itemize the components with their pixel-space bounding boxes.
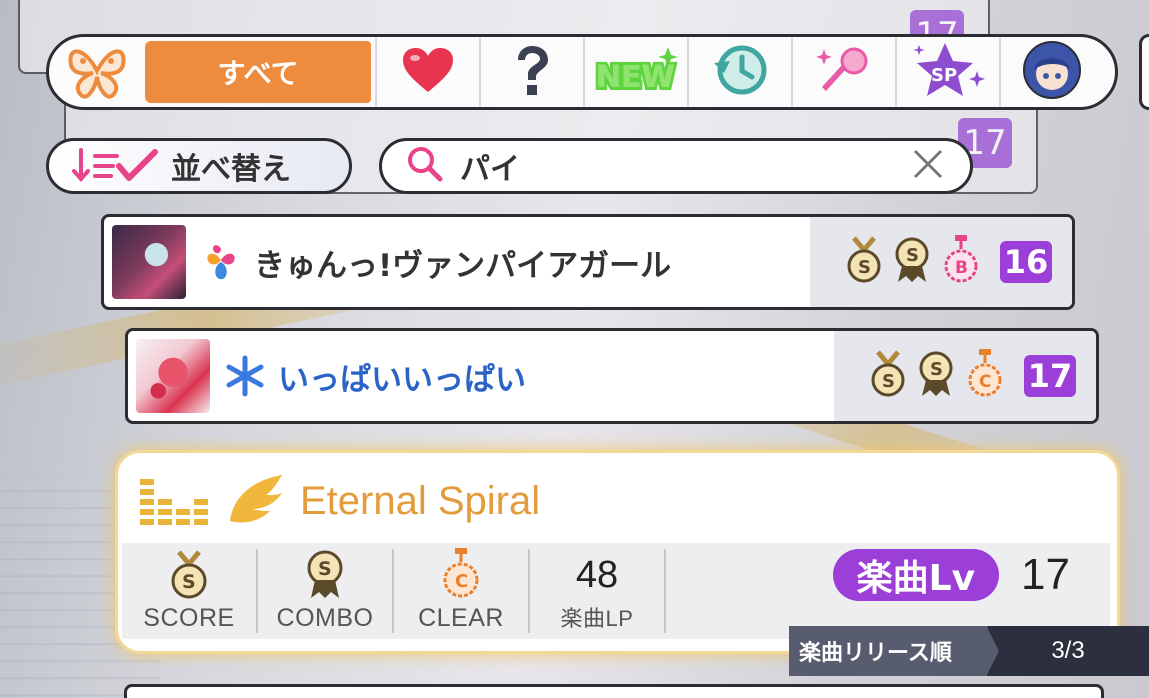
score-medal-s-icon: S [868,350,910,402]
character-avatar-icon [1022,40,1082,104]
filter-tab-character[interactable] [999,37,1103,107]
svg-text:S: S [906,245,919,266]
smile-heart-icon [200,241,242,283]
question-icon [512,44,552,100]
svg-text:SP: SP [931,65,957,86]
svg-text:NEW: NEW [596,60,675,95]
sp-star-icon: SP [911,41,985,103]
filter-tab-unknown[interactable] [479,37,583,107]
svg-text:S: S [858,257,871,278]
sort-icon [71,148,163,184]
level-badge: 16 [1000,241,1052,283]
release-order-count: 3/3 [987,626,1149,676]
song-stats: S SCORE S COMBO C CLEAR 48 楽曲LP 楽曲Lv 17 [122,543,1110,639]
song-list-item[interactable]: いっぱいいっぱい S S C 17 [125,328,1099,424]
clear-medal-c-icon: C [439,548,483,604]
song-jacket [136,339,210,413]
song-list-item[interactable]: きゅんっ!ヴァンパイアガール S S B 16 [101,214,1075,310]
level-badge: 17 [1024,355,1076,397]
clear-label: CLEAR [418,604,504,632]
clear-stat: C CLEAR [394,548,530,633]
combo-medal-s-icon: S [916,350,958,402]
medal-area: S S C 17 [834,331,1096,421]
search-icon [406,145,444,187]
butterfly-icon [49,37,145,107]
selected-song-card[interactable]: Eternal Spiral S SCORE S COMBO C CLEAR 4… [118,453,1117,651]
release-order-tag: 楽曲リリース順 3/3 [789,626,1149,676]
sort-label: 並べ替え [171,152,291,187]
lp-stat: 48 楽曲LP [530,549,666,633]
microphone-icon [814,43,874,101]
song-level-value: 17 [1021,550,1070,599]
lp-value: 48 [575,554,619,596]
score-medal-s-icon: S [167,550,211,604]
song-level-label: 楽曲Lv [832,549,1000,601]
svg-text:C: C [455,571,468,592]
search-input[interactable]: パイ [460,144,912,188]
filter-tab-sp[interactable]: SP [895,37,999,107]
score-stat: S SCORE [122,549,258,633]
svg-text:S: S [318,558,332,580]
combo-medal-s-icon: S [303,550,347,604]
clear-medal-c-icon: C [964,349,1006,403]
svg-text:B: B [955,258,968,278]
filter-tab-history[interactable] [687,37,791,107]
selected-song-title: Eternal Spiral [300,478,541,523]
svg-text:S: S [182,571,196,593]
lp-label: 楽曲LP [560,606,634,631]
score-medal-s-icon: S [844,236,886,288]
history-icon [712,43,768,101]
sort-button[interactable]: 並べ替え [46,138,352,194]
song-title: いっぱいいっぱい [278,361,526,398]
clear-search-icon[interactable] [912,148,944,184]
search-field[interactable]: パイ [379,138,973,194]
equalizer-icon [138,471,210,531]
song-level: 楽曲Lv 17 [832,549,1070,601]
medal-area: S S B 16 [810,217,1072,307]
song-list-item[interactable] [124,684,1104,698]
filter-tab-favorite[interactable] [375,37,479,107]
svg-text:S: S [882,371,895,392]
svg-text:C: C [979,372,991,392]
elegant-wing-icon [226,471,286,531]
all-filter-label: すべて [145,41,371,103]
combo-label: COMBO [276,604,374,632]
combo-medal-s-icon: S [892,236,934,288]
filter-tab-all[interactable]: すべて [49,37,375,107]
clear-medal-b-icon: B [940,235,982,289]
cool-snowflake-icon [224,355,266,397]
new-icon: NEW NEW [593,45,678,99]
filter-bar-overflow[interactable] [1139,34,1149,110]
filter-bar: すべて NEW NEW SP [46,34,1118,110]
song-title: きゅんっ!ヴァンパイアガール [254,247,672,284]
filter-tab-new[interactable]: NEW NEW [583,37,687,107]
score-label: SCORE [143,604,235,632]
release-order-label: 楽曲リリース順 [789,626,999,676]
svg-text:S: S [930,359,943,380]
combo-stat: S COMBO [258,549,394,633]
song-jacket [112,225,186,299]
filter-tab-vocal[interactable] [791,37,895,107]
selected-song-header: Eternal Spiral [138,471,540,531]
heart-icon [401,46,455,98]
